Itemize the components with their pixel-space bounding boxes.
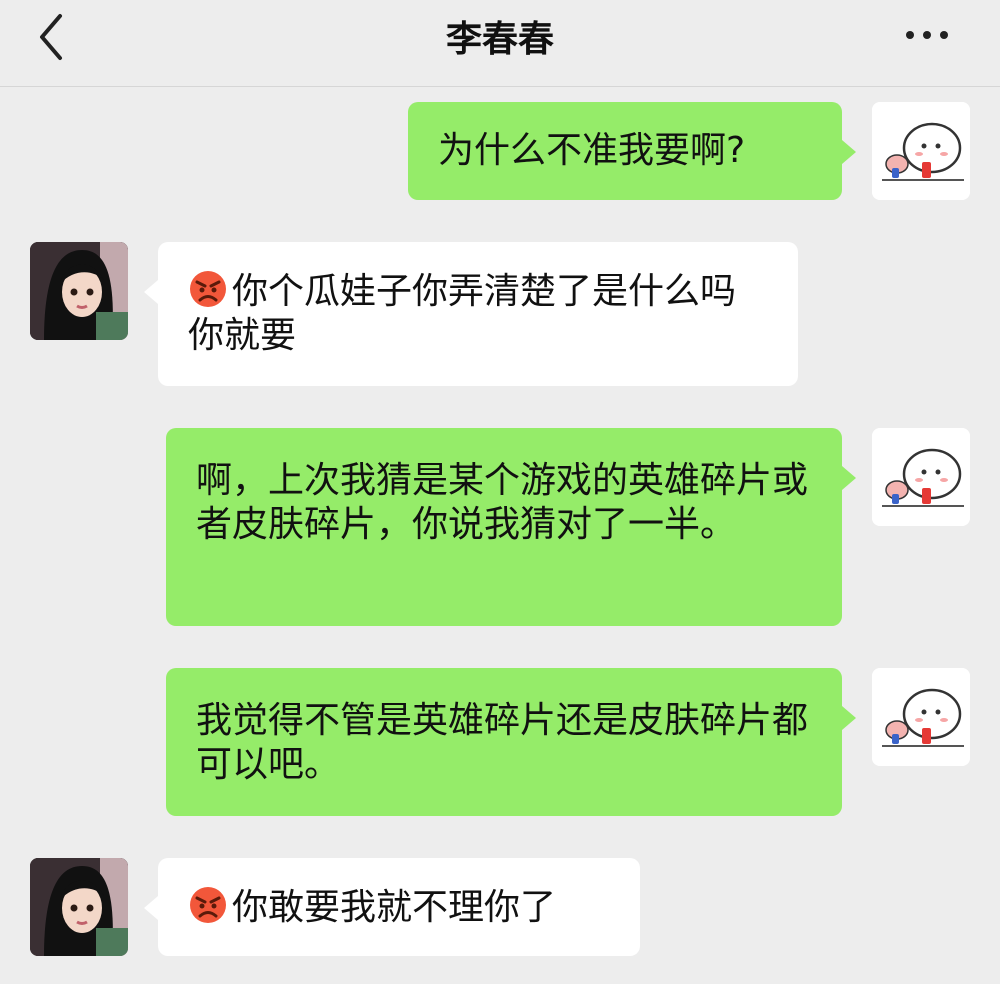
message-bubble-self[interactable]: 我觉得不管是英雄碎片还是皮肤碎片都可以吧。: [166, 668, 856, 816]
my-avatar[interactable]: [872, 668, 970, 766]
chat-title: 李春春: [445, 19, 554, 60]
chat-header: 李春春: [0, 0, 1000, 87]
angry-face-icon: [190, 887, 226, 923]
message-bubble-other[interactable]: 你敢要我就不理你了: [144, 858, 640, 956]
message-bubble-self[interactable]: 为什么不准我要啊?: [408, 102, 856, 200]
message-bubble-other[interactable]: 你个瓜娃子你弄清楚了是什么吗你就要: [144, 242, 798, 386]
angry-face-icon: [190, 271, 226, 307]
sticker-avatar-image: [872, 428, 970, 526]
message-text: 你敢要我就不理你了: [232, 887, 557, 928]
contact-avatar-image: [30, 858, 128, 956]
sticker-avatar-image: [872, 668, 970, 766]
more-horizontal-icon: [906, 31, 948, 39]
contact-avatar-image: [30, 242, 128, 340]
sticker-avatar-image: [872, 102, 970, 200]
contact-avatar[interactable]: [30, 858, 128, 956]
message-text: 为什么不准我要啊?: [438, 130, 746, 171]
my-avatar[interactable]: [872, 102, 970, 200]
message-text: 我觉得不管是英雄碎片还是皮肤碎片都可以吧。: [196, 700, 809, 785]
message-bubble-self[interactable]: 啊，上次我猜是某个游戏的英雄碎片或者皮肤碎片，你说我猜对了一半。: [166, 428, 856, 626]
message-text: 啊，上次我猜是某个游戏的英雄碎片或者皮肤碎片，你说我猜对了一半。: [196, 460, 809, 545]
my-avatar[interactable]: [872, 428, 970, 526]
message-text: 你个瓜娃子你弄清楚了是什么吗你就要: [188, 271, 737, 356]
more-button[interactable]: [900, 20, 960, 50]
contact-avatar[interactable]: [30, 242, 128, 340]
